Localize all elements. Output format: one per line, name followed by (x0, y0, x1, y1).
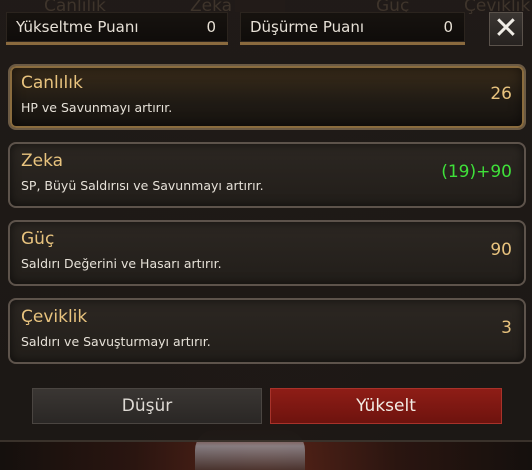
stat-row-intelligence[interactable]: Zeka SP, Büyü Saldırısı ve Savunmayı art… (8, 142, 526, 208)
stat-name: Çeviklik (21, 307, 88, 327)
stat-base-value: 26 (490, 84, 512, 104)
stat-bonus: (19)+90 (441, 162, 512, 182)
stat-row-dexterity[interactable]: Çeviklik Saldırı ve Savuşturmayı artırır… (8, 298, 526, 364)
increase-button[interactable]: Yükselt (270, 388, 502, 424)
stat-value: (19)+90 (441, 162, 512, 182)
stat-value: 3 (501, 318, 512, 338)
downgrade-points-box: Düşürme Puanı 0 (240, 12, 465, 45)
stat-base-value: 3 (501, 318, 512, 338)
increase-button-label: Yükselt (356, 396, 416, 416)
close-icon: ✕ (493, 11, 519, 46)
stat-row-strength[interactable]: Güç Saldırı Değerini ve Hasarı artırır. … (8, 220, 526, 286)
downgrade-points-value: 0 (443, 18, 453, 36)
stat-value: 90 (490, 240, 512, 260)
stat-row-vitality[interactable]: Canlılık HP ve Savunmayı artırır. 26 (8, 64, 526, 130)
stat-base-value: 90 (490, 240, 512, 260)
stat-name: Güç (21, 229, 55, 249)
decrease-button-label: Düşür (121, 396, 173, 416)
stat-value: 26 (490, 84, 512, 104)
stat-allocation-panel: Canlılık Zeka Güç Çeviklik Yükseltme Pua… (0, 0, 532, 442)
stat-name: Canlılık (21, 73, 83, 93)
upgrade-points-label: Yükseltme Puanı (16, 18, 139, 36)
game-scene: Canlılık Zeka Güç Çeviklik Yükseltme Pua… (0, 0, 532, 470)
stat-name: Zeka (21, 151, 64, 171)
upgrade-points-value: 0 (206, 18, 216, 36)
close-button[interactable]: ✕ (489, 12, 523, 46)
upgrade-points-box: Yükseltme Puanı 0 (6, 12, 228, 45)
decrease-button[interactable]: Düşür (32, 388, 262, 424)
stat-description: HP ve Savunmayı artırır. (21, 100, 173, 115)
stat-description: Saldırı Değerini ve Hasarı artırır. (21, 256, 222, 271)
stat-description: Saldırı ve Savuşturmayı artırır. (21, 334, 211, 349)
stat-description: SP, Büyü Saldırısı ve Savunmayı artırır. (21, 178, 264, 193)
downgrade-points-label: Düşürme Puanı (250, 18, 365, 36)
